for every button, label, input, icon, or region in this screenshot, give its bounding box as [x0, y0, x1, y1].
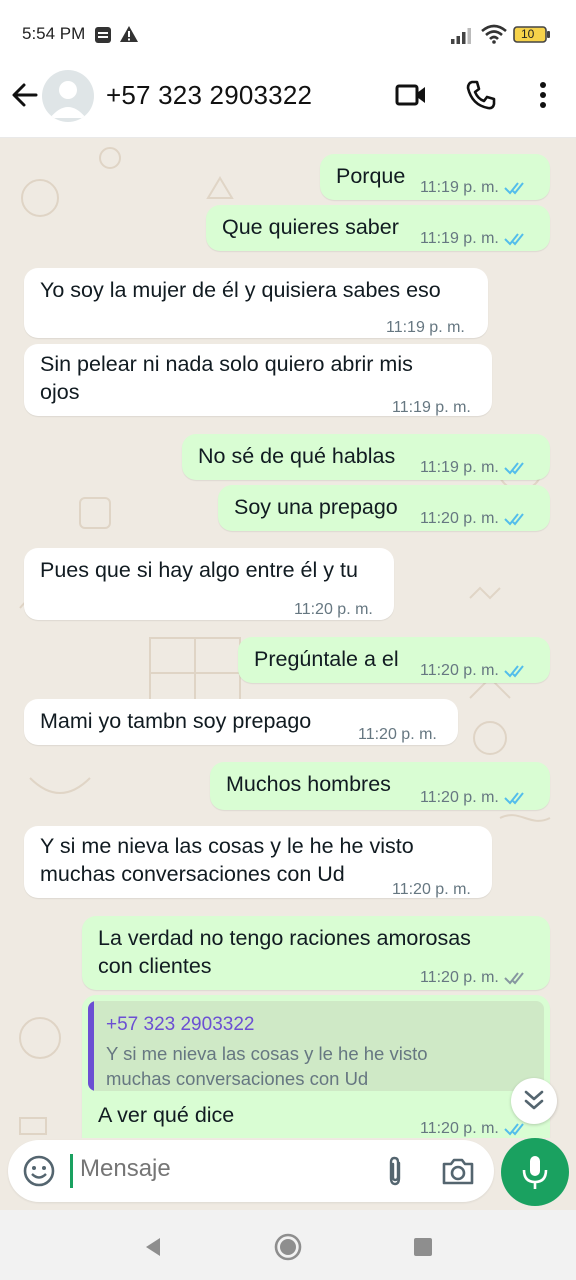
- message-line: ojos: [40, 380, 80, 404]
- more-options-icon[interactable]: [526, 78, 560, 112]
- message-meta: 11:19 p. m.: [420, 225, 530, 253]
- message-line: con clientes: [98, 954, 212, 978]
- incoming-message[interactable]: Y si me nieva las cosas y le he he visto…: [24, 826, 492, 898]
- recording-icon: [95, 27, 111, 43]
- message-input[interactable]: [80, 1155, 370, 1183]
- contact-name[interactable]: +57 323 2903322: [106, 80, 312, 111]
- message-text: Muchos hombres: [226, 772, 391, 796]
- quote-line: muchas conversaciones con Ud: [106, 1068, 369, 1089]
- message-time: 11:20 p. m.: [358, 726, 437, 743]
- camera-icon[interactable]: [440, 1154, 476, 1188]
- quoted-message[interactable]: +57 323 2903322 Y si me nieva las cosas …: [88, 1001, 544, 1091]
- video-call-icon[interactable]: [394, 78, 428, 112]
- message-meta: 11:20 p. m.: [420, 505, 530, 533]
- delivered-ticks-icon: [504, 972, 524, 985]
- message-text: No sé de qué hablas: [198, 444, 396, 468]
- message-time: 11:20 p. m.: [420, 969, 499, 986]
- voice-message-button[interactable]: [501, 1138, 569, 1206]
- composer-bar: [0, 1138, 576, 1210]
- attach-icon[interactable]: [378, 1154, 412, 1188]
- message-text: A ver qué dice: [98, 1103, 235, 1127]
- battery-level: 10: [521, 27, 535, 41]
- nav-recents-icon[interactable]: [408, 1232, 438, 1262]
- message-text: Sin pelear ni nada solo quiero abrir mis…: [40, 350, 413, 406]
- double-chevron-down-icon: [524, 1090, 544, 1110]
- nav-back-icon[interactable]: [138, 1232, 168, 1262]
- read-ticks-icon: [504, 513, 524, 526]
- message-meta: 11:19 p. m.: [420, 454, 530, 482]
- message-meta: 11:19 p. m.: [420, 174, 530, 202]
- message-meta: 11:20 p. m.: [420, 657, 530, 685]
- outgoing-message[interactable]: La verdad no tengo raciones amorosas con…: [82, 916, 550, 990]
- message-time: 11:20 p. m.: [420, 789, 499, 806]
- message-line: La verdad no tengo raciones amorosas: [98, 926, 471, 950]
- message-time: 11:20 p. m.: [294, 601, 373, 618]
- outgoing-message[interactable]: Porque 11:19 p. m.: [320, 154, 550, 200]
- message-text: Soy una prepago: [234, 495, 398, 519]
- incoming-message[interactable]: Sin pelear ni nada solo quiero abrir mis…: [24, 344, 492, 416]
- message-line: Y si me nieva las cosas y le he he visto: [40, 834, 414, 858]
- incoming-message[interactable]: Pues que si hay algo entre él y tu 11:20…: [24, 548, 394, 620]
- mic-icon: [522, 1156, 548, 1189]
- message-text: Porque: [336, 164, 406, 188]
- message-text: La verdad no tengo raciones amorosas con…: [98, 924, 471, 980]
- quote-text: Y si me nieva las cosas y le he he visto…: [106, 1041, 506, 1091]
- quote-line: Y si me nieva las cosas y le he he visto: [106, 1043, 428, 1064]
- message-meta: 11:20 p. m.: [420, 784, 530, 812]
- read-ticks-icon: [504, 182, 524, 195]
- phone-icon[interactable]: [464, 78, 498, 112]
- message-meta: 11:20 p. m.: [420, 964, 530, 992]
- back-arrow-icon[interactable]: [8, 78, 42, 112]
- message-text: Pues que si hay algo entre él y tu: [40, 558, 358, 582]
- wifi-icon: [481, 24, 507, 44]
- avatar-icon: [50, 81, 86, 118]
- incoming-message[interactable]: Yo soy la mujer de él y quisiera sabes e…: [24, 268, 488, 338]
- message-time: 11:19 p. m.: [420, 230, 499, 247]
- read-ticks-icon: [504, 665, 524, 678]
- message-time: 11:20 p. m.: [420, 662, 499, 679]
- outgoing-message[interactable]: Pregúntale a el 11:20 p. m.: [238, 637, 550, 683]
- warning-icon: [120, 26, 138, 42]
- read-ticks-icon: [504, 233, 524, 246]
- quote-sender: +57 323 2903322: [106, 1014, 255, 1035]
- read-ticks-icon: [504, 462, 524, 475]
- message-time: 11:19 p. m.: [420, 459, 499, 476]
- outgoing-message[interactable]: Que quieres saber 11:19 p. m.: [206, 205, 550, 251]
- chat-header: +57 323 2903322: [0, 66, 576, 138]
- message-text: Que quieres saber: [222, 215, 399, 239]
- message-line: Sin pelear ni nada solo quiero abrir mis: [40, 352, 413, 376]
- message-time: 11:20 p. m.: [420, 510, 499, 527]
- message-time: 11:20 p. m.: [420, 1120, 499, 1137]
- emoji-icon[interactable]: [22, 1154, 56, 1188]
- message-time: 11:19 p. m.: [392, 399, 471, 416]
- message-line: muchas conversaciones con Ud: [40, 862, 345, 886]
- text-cursor: [70, 1154, 73, 1188]
- outgoing-message[interactable]: No sé de qué hablas 11:19 p. m.: [182, 434, 550, 480]
- signal-icon: [451, 28, 471, 44]
- chat-area[interactable]: Porque 11:19 p. m. Que quieres saber 11:…: [0, 138, 576, 1138]
- nav-home-icon[interactable]: [273, 1232, 303, 1262]
- outgoing-message[interactable]: Soy una prepago 11:20 p. m.: [218, 485, 550, 531]
- message-text: Yo soy la mujer de él y quisiera sabes e…: [40, 278, 441, 302]
- status-bar: 5:54 PM 10: [0, 0, 576, 66]
- contact-avatar[interactable]: [42, 70, 94, 122]
- message-time: 11:19 p. m.: [420, 179, 499, 196]
- incoming-message[interactable]: Mami yo tambn soy prepago 11:20 p. m.: [24, 699, 458, 745]
- battery-icon: 10: [513, 26, 551, 43]
- message-input-box[interactable]: [8, 1140, 494, 1202]
- message-text: Y si me nieva las cosas y le he he visto…: [40, 832, 414, 888]
- message-text: Mami yo tambn soy prepago: [40, 709, 312, 733]
- message-text: Pregúntale a el: [254, 647, 399, 671]
- system-nav-bar: [0, 1210, 576, 1280]
- read-ticks-icon: [504, 792, 524, 805]
- message-time: 11:20 p. m.: [392, 881, 471, 898]
- quote-bar: [88, 1001, 94, 1091]
- outgoing-message[interactable]: Muchos hombres 11:20 p. m.: [210, 762, 550, 810]
- scroll-to-bottom-button[interactable]: [511, 1078, 557, 1124]
- message-time: 11:19 p. m.: [386, 319, 465, 336]
- outgoing-reply-message[interactable]: +57 323 2903322 Y si me nieva las cosas …: [82, 995, 550, 1138]
- status-time: 5:54 PM: [22, 24, 86, 43]
